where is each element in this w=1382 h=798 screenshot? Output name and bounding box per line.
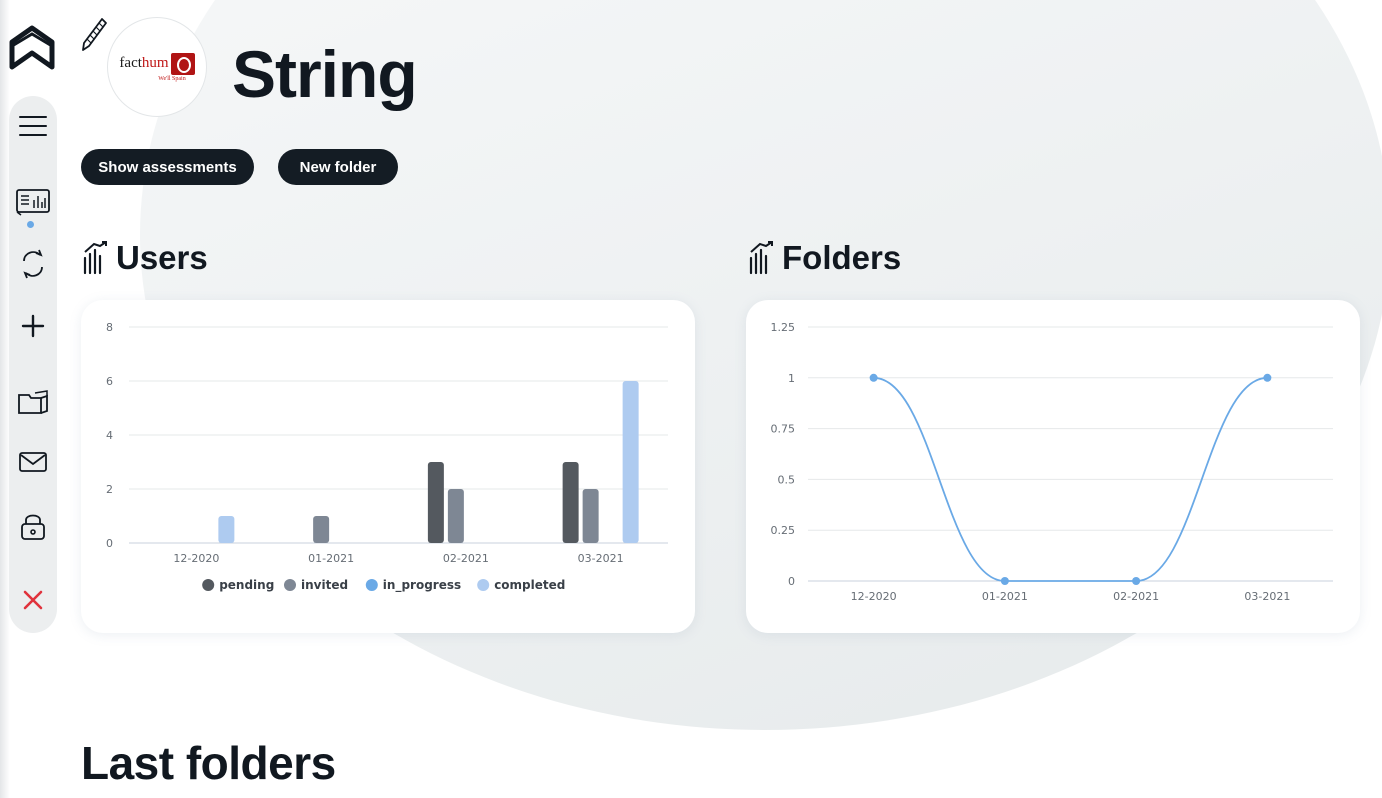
y-tick-label: 0.25	[771, 524, 796, 537]
x-tick-label: 01-2021	[982, 590, 1028, 603]
company-logo: fact hum	[119, 52, 195, 75]
y-tick-label: 6	[106, 375, 113, 388]
y-tick-label: 2	[106, 483, 113, 496]
users-bar-chart: 0 2 4 6 8 12-2020 01-2021 02-2021 03-2021 pending…	[106, 321, 668, 593]
x-tick-label: 03-2021	[578, 552, 624, 565]
bar-completed	[622, 381, 639, 543]
sidebar-item-sync[interactable]	[13, 244, 53, 284]
folders-chart-card: 0 0.25 0.5 0.75 1 1.25 12-2020 01-2021 02-2021 03…	[746, 300, 1360, 633]
edit-button[interactable]	[80, 16, 108, 54]
data-point	[1263, 373, 1272, 382]
y-tick-label: 4	[106, 429, 113, 442]
sidebar	[9, 96, 57, 633]
x-tick-label: 12-2020	[173, 552, 219, 565]
y-tick-label: 1	[788, 372, 795, 385]
close-icon	[23, 590, 43, 610]
legend-label-invited: invited	[301, 578, 348, 592]
y-tick-label: 1.25	[771, 321, 796, 334]
stats-icon	[83, 241, 107, 275]
y-tick-label: 0	[788, 575, 795, 588]
legend-label-completed: completed	[494, 578, 565, 592]
new-folder-button[interactable]: New folder	[278, 149, 398, 185]
users-section-title: Users	[82, 238, 208, 278]
page-title: String	[232, 37, 418, 111]
x-tick-label: 03-2021	[1244, 590, 1290, 603]
logo-badge-icon	[170, 52, 195, 75]
data-point	[869, 373, 878, 382]
dashboard-icon	[16, 189, 50, 216]
pencil-icon	[82, 18, 107, 51]
avatar-tagline: We'll Spain	[158, 75, 186, 82]
legend-marker-pending	[202, 579, 215, 591]
sidebar-item-close[interactable]	[13, 580, 53, 620]
users-chart-card: 0 2 4 6 8 12-2020 01-2021 02-2021 03-2021 pending…	[81, 300, 695, 633]
bar-invited	[582, 489, 599, 543]
app-logo-icon[interactable]	[8, 22, 56, 74]
data-point	[1132, 577, 1141, 585]
y-tick-label: 8	[106, 321, 113, 334]
y-tick-label: 0	[106, 537, 113, 550]
show-assessments-button[interactable]: Show assessments	[81, 149, 254, 185]
last-folders-title: Last folders	[81, 737, 336, 789]
folders-section-title: Folders	[748, 238, 901, 278]
legend-label-pending: pending	[219, 578, 274, 592]
sidebar-item-dashboard[interactable]	[13, 182, 53, 222]
sidebar-item-folders[interactable]	[13, 382, 53, 422]
legend-marker-completed	[477, 579, 490, 591]
bar-pending	[562, 462, 579, 543]
lock-icon	[21, 514, 45, 540]
sync-icon	[23, 249, 43, 279]
sidebar-item-add[interactable]	[13, 306, 53, 346]
sidebar-item-mail[interactable]	[13, 442, 53, 482]
x-tick-label: 02-2021	[1113, 590, 1159, 603]
folders-line-chart: 0 0.25 0.5 0.75 1 1.25 12-2020 01-2021 02-2021 03…	[771, 321, 1333, 603]
x-tick-label: 12-2020	[851, 590, 897, 603]
bar-pending	[427, 462, 444, 543]
data-point	[1000, 577, 1009, 585]
y-tick-label: 0.75	[771, 423, 796, 436]
avatar-brand-suffix: hum	[141, 55, 169, 71]
x-tick-label: 01-2021	[308, 552, 354, 565]
bar-invited	[447, 489, 464, 543]
sidebar-item-lock[interactable]	[13, 506, 53, 546]
company-avatar[interactable]: fact hum We'll Spain	[107, 17, 207, 117]
bar-invited	[313, 516, 330, 543]
bar-completed	[218, 516, 235, 543]
folders-title-text: Folders	[782, 239, 902, 276]
avatar-brand-prefix: fact	[119, 55, 142, 71]
stats-icon	[749, 241, 773, 275]
users-title-text: Users	[116, 239, 208, 276]
menu-button[interactable]	[13, 106, 53, 146]
legend-marker-invited	[284, 579, 296, 591]
y-tick-label: 0.5	[778, 473, 796, 486]
plus-icon	[21, 314, 45, 338]
menu-icon	[19, 116, 47, 136]
mail-icon	[19, 452, 47, 472]
folders-icon	[18, 390, 48, 414]
x-tick-label: 02-2021	[443, 552, 489, 565]
legend-marker-in_progress	[365, 579, 378, 591]
active-indicator	[27, 221, 34, 228]
legend-label-in_progress: in_progress	[383, 578, 461, 593]
